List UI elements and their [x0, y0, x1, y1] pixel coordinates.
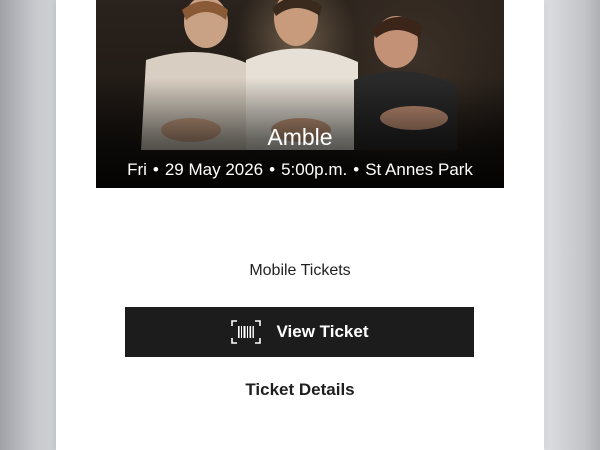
background-edge [546, 0, 600, 450]
ticket-details-link[interactable]: Ticket Details [96, 380, 504, 400]
separator: • [353, 160, 360, 179]
mobile-tickets-heading: Mobile Tickets [249, 262, 351, 279]
view-ticket-button[interactable]: View Ticket [125, 307, 474, 357]
barcode-icon [230, 320, 261, 344]
event-venue: St Annes Park [365, 160, 473, 179]
event-date: 29 May 2026 [164, 160, 264, 179]
event-meta-line: Fri • 29 May 2026 • 5:00p.m. • St Annes Park [96, 160, 504, 180]
view-ticket-label: View Ticket [276, 322, 369, 341]
event-title: Amble [267, 124, 333, 150]
event-time: 5:00p.m. [281, 160, 348, 179]
separator: • [152, 160, 159, 179]
separator: • [269, 160, 276, 179]
event-hero-image: Amble Fri • 29 May 2026 • 5:00p.m. • St Annes … [96, 0, 504, 188]
event-day: Fri [127, 160, 147, 179]
